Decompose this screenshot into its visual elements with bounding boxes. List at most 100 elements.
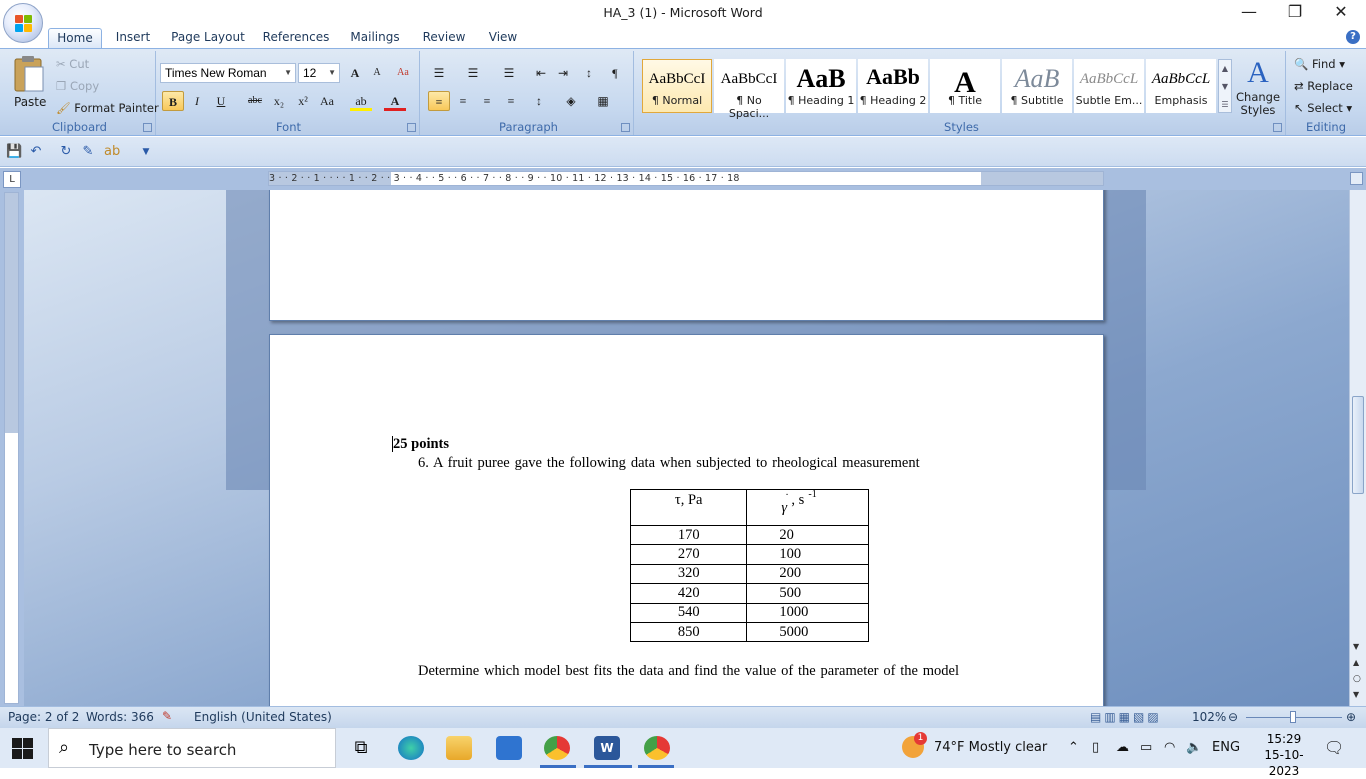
style-no-spacing[interactable]: AaBbCcI ¶ No Spaci...: [714, 59, 784, 120]
increase-indent-icon[interactable]: ⇥: [552, 63, 574, 83]
bold-button[interactable]: B: [162, 91, 184, 111]
align-right-icon[interactable]: ≡: [476, 91, 498, 111]
style-normal[interactable]: AaBbCcI ¶ Normal: [642, 59, 712, 113]
copy-button[interactable]: ❐ Copy: [56, 79, 99, 93]
style-heading-1[interactable]: AaB ¶ Heading 1: [786, 59, 856, 113]
chrome-profile-icon[interactable]: [644, 736, 670, 760]
align-center-icon[interactable]: ≡: [452, 91, 474, 111]
tab-page-layout[interactable]: Page Layout: [168, 28, 248, 48]
edit-icon[interactable]: ✎: [80, 144, 96, 160]
clock[interactable]: 15:29 15-10-2023: [1258, 731, 1310, 779]
notification-icon[interactable]: 🗨: [1324, 728, 1344, 768]
word-count[interactable]: Words: 366: [86, 710, 154, 724]
language-status[interactable]: English (United States): [194, 710, 332, 724]
volume-icon[interactable]: 🔈: [1186, 728, 1202, 768]
proofing-icon[interactable]: ✎: [162, 709, 172, 723]
cut-button[interactable]: ✂ Cut: [56, 57, 89, 71]
show-hidden-icons[interactable]: ⌃: [1068, 728, 1079, 768]
font-color-icon[interactable]: A: [384, 91, 406, 111]
tab-review[interactable]: Review: [416, 28, 472, 48]
numbering-icon[interactable]: ☰: [462, 63, 484, 83]
undo-icon[interactable]: ↶: [28, 144, 44, 160]
tab-selector-icon[interactable]: L: [3, 171, 21, 188]
style-subtle-emphasis[interactable]: AaBbCcL Subtle Em...: [1074, 59, 1144, 113]
page-1[interactable]: [269, 190, 1104, 321]
font-family-select[interactable]: Times New Roman ▼: [160, 63, 296, 83]
vertical-ruler[interactable]: [4, 192, 19, 704]
subscript-button[interactable]: x₂: [268, 91, 290, 111]
format-painter-button[interactable]: 🖌 Format Painter: [56, 101, 159, 115]
prev-page-icon[interactable]: ▲: [1353, 658, 1359, 667]
tab-insert[interactable]: Insert: [110, 28, 156, 48]
page-2[interactable]: 25 points 6. A fruit puree gave the foll…: [269, 334, 1104, 706]
meet-now-icon[interactable]: ▯: [1092, 728, 1099, 768]
font-size-select[interactable]: 12 ▼: [298, 63, 340, 83]
shading-icon[interactable]: ◈: [560, 91, 582, 111]
bullets-icon[interactable]: ☰: [428, 63, 450, 83]
change-case-button[interactable]: Aa: [316, 91, 338, 111]
redo-icon[interactable]: ↻: [58, 144, 74, 160]
align-left-icon[interactable]: ≡: [428, 91, 450, 111]
browse-object-icon[interactable]: ○: [1353, 674, 1361, 684]
style-title[interactable]: A ¶ Title: [930, 59, 1000, 113]
view-buttons[interactable]: ▤▥▦▧▨: [1090, 710, 1162, 724]
superscript-button[interactable]: x²: [292, 91, 314, 111]
paragraph-launcher[interactable]: [621, 123, 630, 132]
weather-icon[interactable]: 1: [902, 732, 927, 758]
zoom-level[interactable]: 102%: [1192, 710, 1226, 724]
task-view-icon[interactable]: ⧉: [348, 736, 374, 760]
decrease-indent-icon[interactable]: ⇤: [530, 63, 552, 83]
paste-button[interactable]: Paste: [8, 55, 50, 119]
scroll-down-icon[interactable]: ▼: [1353, 642, 1359, 651]
borders-icon[interactable]: ▦: [592, 91, 614, 111]
close-button[interactable]: ✕: [1318, 0, 1364, 26]
highlight-icon[interactable]: ab: [350, 91, 372, 111]
justify-icon[interactable]: ≡: [500, 91, 522, 111]
customize-toolbar-icon[interactable]: ▼: [138, 144, 154, 160]
grow-font-button[interactable]: A: [344, 63, 366, 83]
tab-view[interactable]: View: [480, 28, 526, 48]
strikethrough-button[interactable]: abc: [244, 91, 266, 111]
select-button[interactable]: ↖ Select ▾: [1294, 101, 1352, 115]
page-count[interactable]: Page: 2 of 2: [8, 710, 79, 724]
minimize-button[interactable]: —: [1226, 0, 1272, 26]
next-page-icon[interactable]: ▼: [1353, 690, 1359, 699]
restore-button[interactable]: ❐: [1272, 0, 1318, 26]
windows-start-icon[interactable]: [12, 738, 34, 760]
change-styles-button[interactable]: A Change Styles: [1236, 55, 1280, 121]
clipboard-launcher[interactable]: [143, 123, 152, 132]
scrollbar-thumb[interactable]: [1352, 396, 1364, 494]
word-icon[interactable]: W: [594, 736, 620, 760]
replace-button[interactable]: ⇄ Replace: [1294, 79, 1353, 93]
italic-button[interactable]: I: [186, 91, 208, 111]
show-formatting-icon[interactable]: ¶: [604, 63, 626, 83]
taskbar-search[interactable]: ⌕ Type here to search: [48, 728, 336, 768]
help-icon[interactable]: ?: [1346, 30, 1360, 44]
multilevel-list-icon[interactable]: ☰: [498, 63, 520, 83]
edge-icon[interactable]: [398, 736, 424, 760]
chrome-icon[interactable]: [544, 736, 570, 760]
battery-icon[interactable]: ▭: [1140, 728, 1152, 768]
zoom-out-icon[interactable]: ⊖: [1228, 710, 1238, 724]
weather-text[interactable]: 74°F Mostly clear: [934, 728, 1047, 768]
font-launcher[interactable]: [407, 123, 416, 132]
vertical-scrollbar[interactable]: ▼ ▲ ○ ▼: [1349, 190, 1366, 706]
tab-references[interactable]: References: [258, 28, 334, 48]
style-subtitle[interactable]: AaB ¶ Subtitle: [1002, 59, 1072, 113]
onedrive-icon[interactable]: ☁: [1116, 728, 1129, 768]
zoom-thumb[interactable]: [1290, 711, 1296, 723]
styles-scroll[interactable]: ▲ ▼ ☰: [1218, 59, 1232, 113]
spelling-icon[interactable]: ab: [104, 144, 120, 160]
styles-launcher[interactable]: [1273, 123, 1282, 132]
wifi-icon[interactable]: ◠: [1164, 728, 1175, 768]
underline-button[interactable]: U: [210, 91, 232, 111]
tab-mailings[interactable]: Mailings: [344, 28, 406, 48]
mail-icon[interactable]: [496, 736, 522, 760]
input-language[interactable]: ENG: [1212, 728, 1240, 768]
sort-icon[interactable]: ↕: [578, 63, 600, 83]
shrink-font-button[interactable]: A: [366, 63, 388, 83]
line-spacing-icon[interactable]: ↕: [528, 91, 550, 111]
clear-formatting-icon[interactable]: Aа: [392, 63, 414, 83]
find-button[interactable]: 🔍 Find ▾: [1294, 57, 1345, 71]
office-button[interactable]: [3, 3, 43, 43]
